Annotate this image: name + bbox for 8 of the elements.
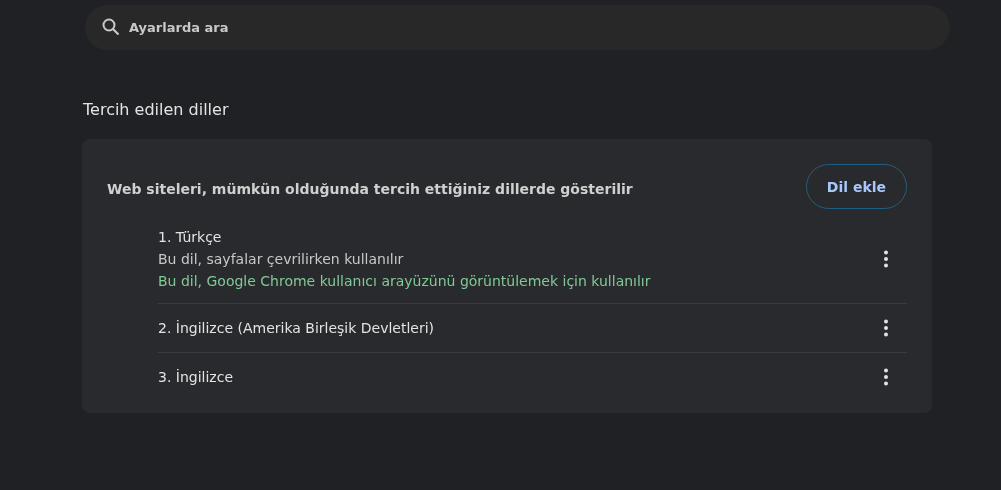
card-description: Web siteleri, mümkün olduğunda tercih ettiğiniz dillerde gösterilir (107, 180, 633, 197)
language-name: 3. İngilizce (158, 369, 234, 385)
language-name: 1. Türkçe (158, 229, 223, 245)
search-field[interactable]: Ayarlarda ara (85, 5, 950, 50)
language-name: 2. İngilizce (Amerika Birleşik Devletleri) (158, 320, 435, 336)
language-note: Bu dil, sayfalar çevrilirken kullanılır (158, 251, 405, 267)
section-heading: Tercih edilen diller (83, 100, 229, 119)
language-note: Bu dil, Google Chrome kullanıcı arayüzünü görüntülemek için kullanılır (158, 273, 651, 289)
